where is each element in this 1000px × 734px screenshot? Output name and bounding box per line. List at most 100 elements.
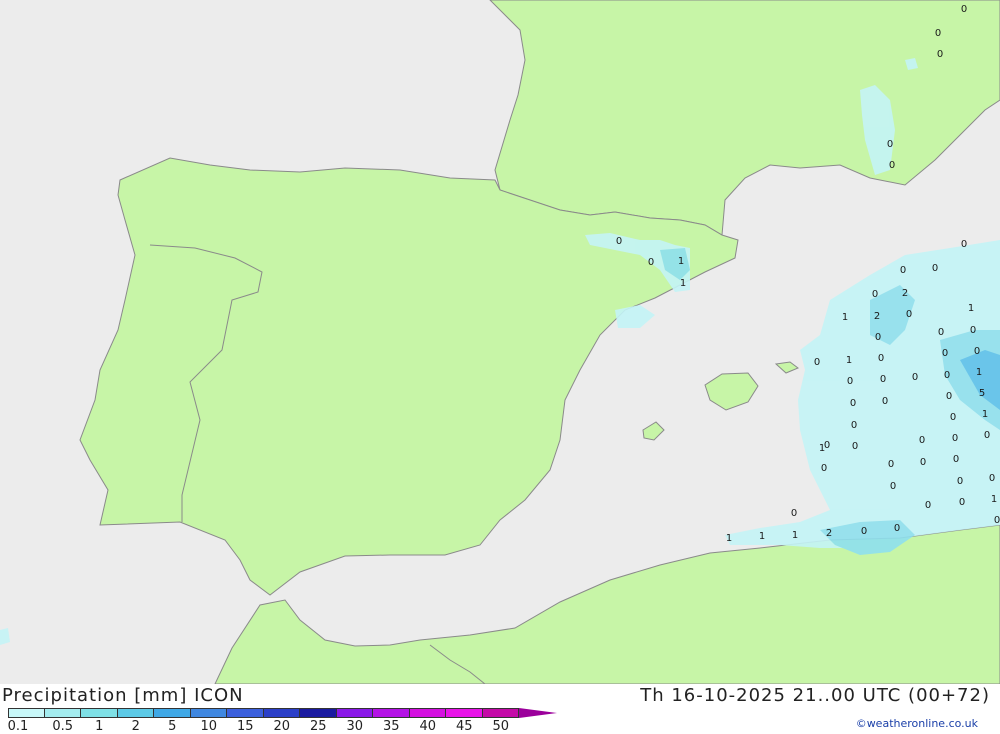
legend-label: 15 (236, 719, 254, 734)
precip-value-label: 1 (819, 443, 825, 454)
precip-value-label: 0 (900, 265, 906, 276)
precip-value-label: 1 (678, 256, 684, 267)
precip-value-label: 0 (852, 441, 858, 452)
precip-value-label: 0 (890, 481, 896, 492)
legend-label: 5 (168, 719, 177, 734)
precip-value-label: 0 (984, 430, 990, 441)
precip-value-label: 0 (894, 523, 900, 534)
legend-label: 40 (419, 719, 437, 734)
precip-value-label: 0 (946, 391, 952, 402)
legend-swatch (263, 708, 300, 718)
legend-swatch (373, 708, 410, 718)
legend-label: 0.5 (52, 719, 74, 734)
precip-value-label: 0 (888, 459, 894, 470)
precip-value-label: 2 (826, 528, 832, 539)
legend-label: 2 (131, 719, 140, 734)
precip-value-label: 0 (953, 454, 959, 465)
land-mallorca (704, 372, 759, 411)
land-menorca (774, 361, 799, 374)
precip-value-label: 0 (875, 332, 881, 343)
footer: Precipitation [mm] ICON Th 16-10-2025 21… (0, 684, 1000, 734)
precip-value-label: 0 (821, 463, 827, 474)
precip-value-label: 0 (880, 374, 886, 385)
precip-value-label: 0 (937, 49, 943, 60)
map-canvas: 0 0 0 0 0 0 0 0 1 1 0 0 0 2 1 2 0 1 0 0 0 0 1 0 0 0 0 0 0 0 1 0 0 5 0 0 1 0 0 0… (0, 0, 1000, 684)
map-title: Precipitation [mm] ICON (2, 685, 244, 706)
precip-value-label: 0 (944, 370, 950, 381)
precip-value-label: 0 (648, 257, 654, 268)
precip-value-label: 1 (976, 367, 982, 378)
precip-value-label: 1 (680, 278, 686, 289)
credit-link[interactable]: ©weatheronline.co.uk (856, 717, 978, 730)
precip-value-label: 1 (982, 409, 988, 420)
precip-value-label: 0 (912, 372, 918, 383)
precip-value-label: 0 (851, 420, 857, 431)
precip-value-label: 0 (919, 435, 925, 446)
legend-arrow (519, 708, 557, 718)
precip-value-label: 0 (925, 500, 931, 511)
precip-value-label: 0 (952, 433, 958, 444)
legend-swatch (446, 708, 483, 718)
legend-label: 0.1 (7, 719, 29, 734)
precip-value-label: 0 (959, 497, 965, 508)
legend-swatch (81, 708, 118, 718)
legend-swatch (117, 708, 154, 718)
precip-value-label: 0 (850, 398, 856, 409)
legend-label: 1 (95, 719, 104, 734)
legend-swatch (336, 708, 373, 718)
legend-swatch (409, 708, 446, 718)
precip-value-label: 1 (759, 531, 765, 542)
precip-value-label: 1 (842, 312, 848, 323)
legend-swatch (482, 708, 519, 718)
precip-value-label: 0 (974, 346, 980, 357)
precip-value-label: 0 (957, 476, 963, 487)
legend-swatch (300, 708, 337, 718)
land-france (489, 0, 1000, 236)
precip-value-label: 1 (968, 303, 974, 314)
legend-label: 20 (273, 719, 291, 734)
precip-value-label: 0 (989, 473, 995, 484)
precip-value-label: 0 (920, 457, 926, 468)
forecast-datetime: Th 16-10-2025 21..00 UTC (00+72) (640, 685, 990, 706)
precip-value-label: 1 (792, 530, 798, 541)
precip-value-label: 0 (872, 289, 878, 300)
precip-value-label: 0 (906, 309, 912, 320)
precipitation-legend-labels: 0.1 0.5 1 2 5 10 15 20 25 30 35 40 45 50 (0, 719, 540, 734)
precip-value-label: 0 (938, 327, 944, 338)
precip-value-label: 0 (961, 4, 967, 15)
precip-value-label: 0 (994, 515, 1000, 526)
precip-value-label: 0 (861, 526, 867, 537)
map-area: 0 0 0 0 0 0 0 0 1 1 0 0 0 2 1 2 0 1 0 0 0 0 1 0 0 0 0 0 0 0 1 0 0 5 0 0 1 0 0 0… (0, 0, 1000, 684)
legend-swatch (8, 708, 45, 718)
legend-label: 10 (200, 719, 218, 734)
precip-value-label: 0 (961, 239, 967, 250)
precip-value-label: 2 (874, 311, 880, 322)
precip-value-label: 1 (846, 355, 852, 366)
precip-value-label: 0 (950, 412, 956, 423)
precip-value-label: 0 (887, 139, 893, 150)
legend-label: 35 (382, 719, 400, 734)
legend-swatch (190, 708, 227, 718)
legend-swatch (154, 708, 191, 718)
land-iberia (79, 157, 739, 596)
legend-label: 50 (492, 719, 510, 734)
precip-value-label: 0 (878, 353, 884, 364)
precip-value-label: 0 (942, 348, 948, 359)
precipitation-legend-bar (8, 708, 557, 718)
precip-value-label: 0 (932, 263, 938, 274)
legend-label: 45 (455, 719, 473, 734)
precip-value-label: 0 (616, 236, 622, 247)
legend-label: 25 (309, 719, 327, 734)
precip-value-label: 0 (970, 325, 976, 336)
precip-value-label: 0 (889, 160, 895, 171)
precip-value-label: 0 (882, 396, 888, 407)
precip-value-label: 1 (726, 533, 732, 544)
legend-swatch (44, 708, 81, 718)
precip-value-label: 0 (935, 28, 941, 39)
precip-value-label: 0 (791, 508, 797, 519)
precip-value-label: 0 (847, 376, 853, 387)
legend-swatch (227, 708, 264, 718)
precip-value-label: 5 (979, 388, 985, 399)
precip-value-label: 2 (902, 288, 908, 299)
legend-label: 30 (346, 719, 364, 734)
